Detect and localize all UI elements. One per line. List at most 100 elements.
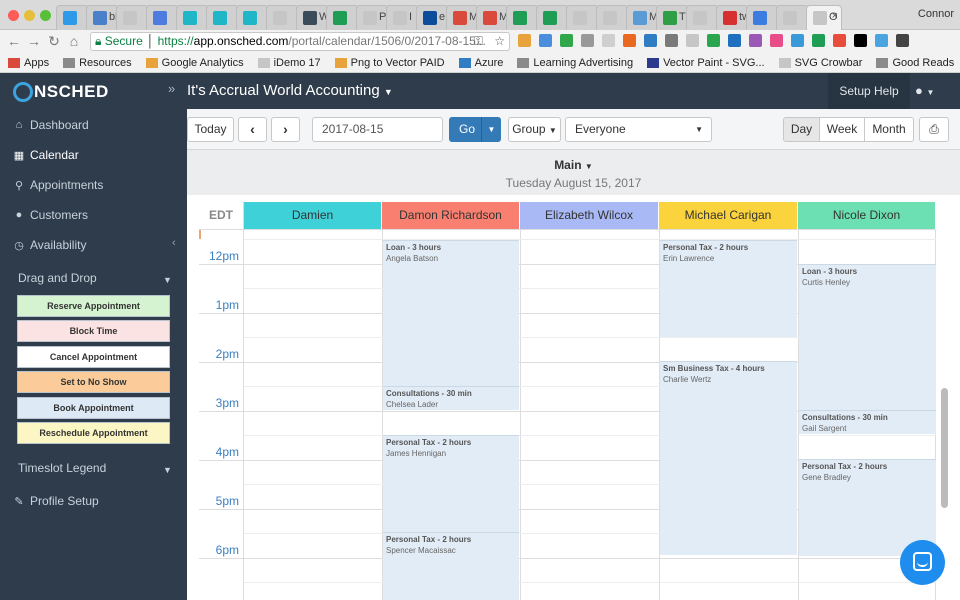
extension-icon[interactable] [518, 34, 531, 47]
reload-button[interactable]: ↻ [46, 33, 62, 50]
user-menu[interactable]: ● ▼ [915, 83, 934, 98]
extension-icon[interactable] [581, 34, 594, 47]
chevron-left-icon[interactable]: ‹ [172, 237, 176, 249]
bookmark-item[interactable]: Good Reads [876, 57, 954, 69]
browser-tab[interactable] [236, 5, 269, 30]
extension-icon[interactable] [560, 34, 573, 47]
browser-tab[interactable] [746, 5, 779, 30]
sidebar-item-calendar[interactable]: ▦ Calendar [12, 145, 79, 165]
drag-drop-header[interactable]: Drag and Drop [18, 271, 97, 289]
extension-icon[interactable] [539, 34, 552, 47]
browser-tab[interactable]: W [296, 5, 329, 30]
key-icon[interactable]: ⚿ [474, 34, 483, 48]
extension-icon[interactable] [833, 34, 846, 47]
url-bar[interactable]: 🔒︎ Secure │ https://app.onsched.com/porta… [90, 32, 510, 51]
browser-tab[interactable] [536, 5, 569, 30]
browser-tab[interactable] [326, 5, 359, 30]
bookmark-item[interactable]: Apps [8, 57, 49, 69]
bookmark-item[interactable]: Azure [458, 57, 503, 69]
appointment-block[interactable]: Loan - 3 hours Angela Batson [383, 240, 519, 386]
sidebar-item-availability[interactable]: ◷ Availability [12, 235, 86, 255]
browser-tab[interactable] [596, 5, 629, 30]
caret-down-icon[interactable]: ▼ [163, 465, 172, 475]
book-appointment-button[interactable]: Book Appointment [17, 397, 170, 419]
print-button[interactable]: ⎙ [919, 117, 949, 142]
browser-tab[interactable]: e [416, 5, 449, 30]
browser-tab[interactable]: M [476, 5, 509, 30]
browser-tab-active[interactable]: O × [806, 5, 842, 30]
maximize-window-button[interactable] [40, 10, 51, 21]
browser-tab[interactable] [506, 5, 539, 30]
appointment-block[interactable]: Personal Tax - 2 hours Spencer Macaissac [383, 532, 519, 600]
appointment-block[interactable]: Sm Business Tax - 4 hours Charlie Wertz [660, 361, 797, 555]
extension-icon[interactable] [875, 34, 888, 47]
caret-down-icon[interactable]: ▼ [481, 117, 501, 142]
today-button[interactable]: Today [187, 117, 234, 142]
bookmark-star-icon[interactable]: ☆ [494, 34, 505, 48]
browser-tab[interactable]: bb [86, 5, 119, 30]
bookmark-item[interactable]: Learning Advertising [517, 57, 633, 69]
cancel-appointment-button[interactable]: Cancel Appointment [17, 346, 170, 368]
onsched-logo[interactable]: NSCHED [13, 82, 109, 102]
extension-icon[interactable] [623, 34, 636, 47]
staff-header-damon-richardson[interactable]: Damon Richardson [382, 202, 520, 229]
browser-tab[interactable] [266, 5, 299, 30]
staff-header-elizabeth-wilcox[interactable]: Elizabeth Wilcox [520, 202, 659, 229]
extension-icon[interactable] [602, 34, 615, 47]
next-day-button[interactable]: › [271, 117, 300, 142]
appointment-block[interactable]: Loan - 3 hours Curtis Henley [799, 264, 936, 410]
caret-down-icon[interactable]: ▼ [163, 275, 172, 285]
time-grid[interactable]: 12pm 1pm 2pm 3pm 4pm 5pm 6pm Loan - 3 ho… [199, 229, 936, 600]
browser-tab[interactable] [56, 5, 89, 30]
go-button[interactable]: Go ▼ [449, 117, 501, 142]
extension-icon[interactable] [770, 34, 783, 47]
reschedule-appointment-button[interactable]: Reschedule Appointment [17, 422, 170, 444]
group-dropdown[interactable]: Group ▼ [508, 117, 561, 142]
staff-header-nicole-dixon[interactable]: Nicole Dixon [798, 202, 936, 229]
date-input[interactable]: 2017-08-15 [312, 117, 443, 142]
extension-icon[interactable] [896, 34, 909, 47]
no-show-button[interactable]: Set to No Show [17, 371, 170, 393]
view-month-button[interactable]: Month [864, 117, 914, 142]
extension-icon[interactable] [707, 34, 720, 47]
browser-tab[interactable]: I [386, 5, 419, 30]
bookmark-item[interactable]: Vector Paint - SVG... [647, 57, 765, 69]
bookmark-item[interactable]: iDemo 17 [257, 57, 321, 69]
profile-name[interactable]: Connor [918, 8, 954, 20]
extension-icon[interactable] [812, 34, 825, 47]
appointment-block[interactable]: Personal Tax - 2 hours James Hennigan [383, 435, 519, 532]
chat-launcher-button[interactable] [900, 540, 945, 585]
prev-day-button[interactable]: ‹ [238, 117, 267, 142]
calendar-title[interactable]: Main ▼ [187, 158, 960, 172]
browser-tab[interactable] [146, 5, 179, 30]
staff-header-michael-carigan[interactable]: Michael Carigan [659, 202, 798, 229]
extension-icon[interactable] [644, 34, 657, 47]
timeslot-legend-header[interactable]: Timeslot Legend [18, 461, 106, 479]
company-dropdown[interactable]: It's Accrual World Accounting ▼ [187, 82, 393, 99]
sidebar-collapse-icon[interactable]: » [168, 81, 175, 96]
browser-tab[interactable]: tw [716, 5, 749, 30]
browser-tab[interactable] [566, 5, 599, 30]
forward-button[interactable]: → [26, 33, 42, 49]
appointment-block[interactable]: Consultations - 30 min Chelsea Lader [383, 386, 519, 410]
close-tab-icon[interactable]: × [832, 10, 838, 22]
sidebar-item-customers[interactable]: ● Customers [12, 205, 88, 225]
bookmark-item[interactable]: SVG Crowbar [778, 57, 862, 69]
browser-tab[interactable]: P [356, 5, 389, 30]
bookmark-item[interactable]: Png to Vector PAID [334, 57, 445, 69]
appointment-block[interactable]: Consultations - 30 min Gail Sargent [799, 410, 936, 434]
extension-icon[interactable] [791, 34, 804, 47]
browser-tab[interactable] [686, 5, 719, 30]
browser-tab[interactable]: M [446, 5, 479, 30]
browser-tab[interactable] [206, 5, 239, 30]
sidebar-item-appointments[interactable]: ⚲ Appointments [12, 175, 103, 195]
scrollbar-thumb[interactable] [941, 388, 948, 508]
extension-icon[interactable] [854, 34, 867, 47]
browser-tab[interactable]: TC [656, 5, 689, 30]
home-button[interactable]: ⌂ [66, 33, 82, 49]
staff-select[interactable]: Everyone ▼ [565, 117, 712, 142]
close-window-button[interactable] [8, 10, 19, 21]
back-button[interactable]: ← [6, 33, 22, 49]
block-time-button[interactable]: Block Time [17, 320, 170, 342]
browser-tab[interactable] [776, 5, 809, 30]
